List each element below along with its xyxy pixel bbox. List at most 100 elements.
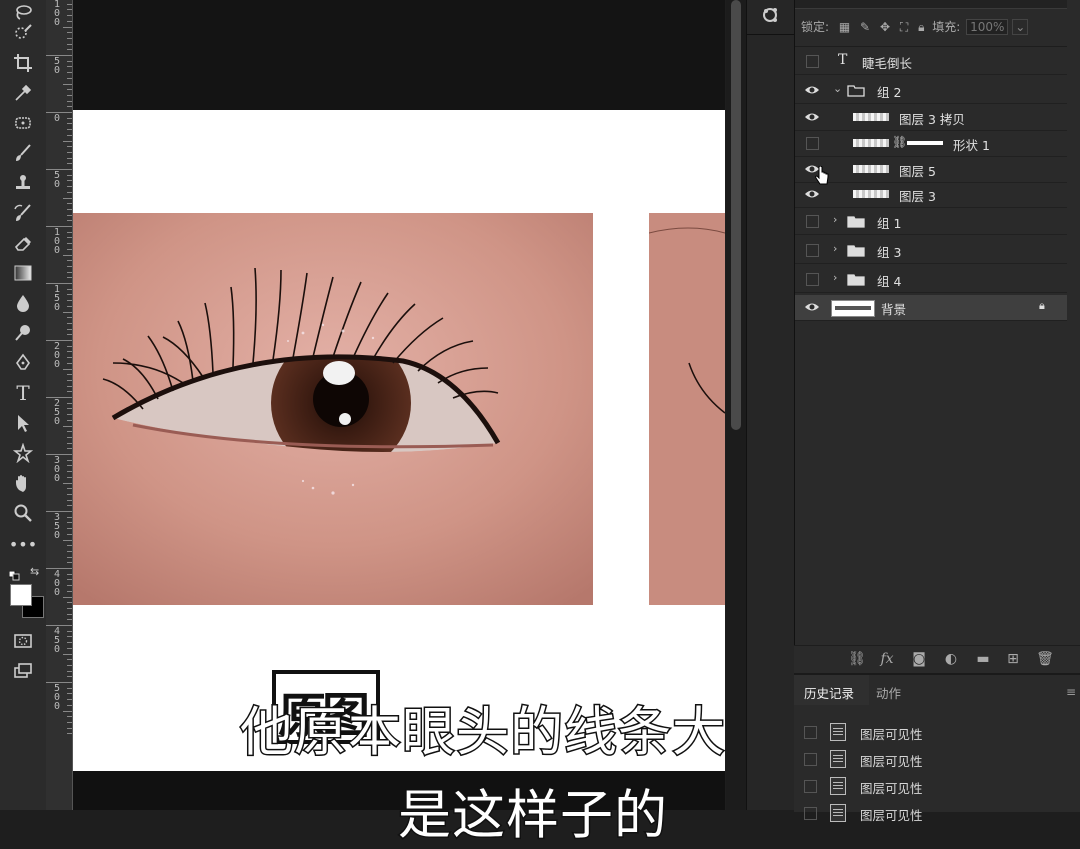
pen-tool-icon[interactable] <box>8 350 38 376</box>
subtitle-line-1: 他原本眼头的线条大概 <box>239 701 781 765</box>
history-checkbox[interactable] <box>804 726 817 739</box>
layer-row[interactable]: › 组 3 <box>795 238 1067 263</box>
healing-brush-tool-icon[interactable] <box>8 110 38 136</box>
history-checkbox[interactable] <box>804 807 817 820</box>
lock-transparent-icon[interactable]: ▦ <box>839 20 850 34</box>
history-item-label: 图层可见性 <box>860 808 923 823</box>
quick-mask-icon[interactable] <box>8 628 38 654</box>
ruler-label: 1 0 0 <box>53 0 61 28</box>
ruler-tick <box>46 283 72 284</box>
visibility-toggle[interactable] <box>806 137 819 150</box>
link-layers-icon[interactable]: ⛓︎ <box>848 651 866 669</box>
add-mask-icon[interactable]: ◙ <box>910 651 928 669</box>
layer-row[interactable]: T 睫毛倒长 <box>795 49 1067 74</box>
eye-visibility-icon[interactable] <box>804 110 820 124</box>
screen-mode-icon[interactable] <box>8 658 38 684</box>
layer-separator <box>795 74 1067 75</box>
history-checkbox[interactable] <box>804 753 817 766</box>
tab-actions[interactable]: 动作 <box>876 683 901 702</box>
chain-link-icon[interactable]: ⛓︎ <box>892 135 907 149</box>
history-checkbox[interactable] <box>804 780 817 793</box>
crop-tool-icon[interactable] <box>8 50 38 76</box>
gradient-tool-icon[interactable] <box>8 260 38 286</box>
clone-stamp-tool-icon[interactable] <box>8 170 38 196</box>
ruler-tick <box>67 459 72 461</box>
layer-row[interactable]: › 组 1 <box>795 209 1067 234</box>
fill-dropdown-icon[interactable]: ⌄ <box>1012 19 1029 35</box>
path-selection-tool-icon[interactable] <box>8 410 38 436</box>
chevron-right-icon[interactable]: › <box>833 242 837 255</box>
visibility-toggle[interactable] <box>806 55 819 68</box>
layer-row[interactable]: ⌄ 组 2 <box>795 78 1067 103</box>
ruler-tick <box>67 203 72 205</box>
zoom-tool-icon[interactable] <box>8 500 38 526</box>
hand-tool-icon[interactable] <box>8 470 38 496</box>
layer-row[interactable]: 图层 3 <box>795 182 1067 207</box>
layer-row[interactable]: 图层 5 <box>795 157 1067 182</box>
eye-visibility-icon[interactable] <box>804 83 820 97</box>
ruler-tick <box>67 476 72 478</box>
history-item[interactable]: 图层可见性 <box>794 773 1066 799</box>
lock-artboard-icon[interactable]: ⛶ <box>900 20 908 34</box>
brush-tool-icon[interactable] <box>8 140 38 166</box>
eye-visibility-icon[interactable] <box>804 187 820 201</box>
folder-icon <box>847 85 865 97</box>
visibility-toggle[interactable] <box>806 215 819 228</box>
ruler-tick <box>67 414 72 416</box>
chevron-right-icon[interactable]: › <box>833 271 837 284</box>
dodge-tool-icon[interactable] <box>8 320 38 346</box>
custom-shape-tool-icon[interactable] <box>8 440 38 466</box>
eraser-tool-icon[interactable] <box>8 230 38 256</box>
layer-row[interactable]: › 组 4 <box>795 267 1067 292</box>
ruler-tick <box>67 100 72 102</box>
layer-style-fx-icon[interactable]: fx <box>878 651 896 669</box>
ruler-tick <box>67 704 72 706</box>
new-group-icon[interactable]: ▬ <box>974 651 992 669</box>
type-tool-icon[interactable]: T <box>8 380 38 406</box>
swap-colors-icon[interactable]: ⇆ <box>30 565 42 578</box>
lock-position-icon[interactable]: ✥ <box>880 20 890 34</box>
lock-image-icon[interactable]: ✎ <box>860 20 870 34</box>
canvas-area[interactable]: 原图 <box>73 0 725 810</box>
layer-row[interactable]: 🔒︎ 背景 <box>795 295 1067 320</box>
ruler-tick <box>67 374 72 376</box>
fill-input[interactable]: 100% <box>966 19 1009 35</box>
ruler-tick <box>67 146 72 148</box>
history-item[interactable]: 图层可见性 <box>794 746 1066 772</box>
layer-row[interactable]: 图层 3 拷贝 <box>795 105 1067 130</box>
eyedropper-tool-icon[interactable] <box>8 80 38 106</box>
layer-row[interactable]: ⛓︎ 形状 1 <box>795 131 1067 156</box>
history-item[interactable]: 图层可见性 <box>794 800 1066 826</box>
blur-tool-icon[interactable] <box>8 290 38 316</box>
ruler-tick <box>67 77 72 79</box>
ruler-tick <box>67 659 72 661</box>
ruler-tick <box>67 334 72 336</box>
history-menu-icon[interactable]: ≡ <box>1066 685 1076 699</box>
eye-visibility-icon[interactable] <box>804 300 820 314</box>
quick-selection-tool-icon[interactable] <box>8 20 38 46</box>
canvas-scrollbar-thumb[interactable] <box>731 0 741 430</box>
more-tools-icon[interactable]: ••• <box>8 532 38 558</box>
layer-separator <box>795 234 1067 235</box>
properties-panel-icon[interactable] <box>757 2 783 28</box>
tab-history[interactable]: 历史记录 <box>804 683 854 702</box>
ruler-tick <box>46 226 72 227</box>
panel-dock <box>746 0 795 810</box>
default-colors-icon[interactable] <box>8 566 21 581</box>
delete-layer-icon[interactable]: 🗑︎ <box>1036 651 1054 669</box>
ruler-tick <box>67 9 72 11</box>
chevron-down-icon[interactable]: ⌄ <box>833 82 842 95</box>
visibility-toggle[interactable] <box>806 244 819 257</box>
fill-label: 填充: <box>932 20 961 34</box>
visibility-toggle[interactable] <box>806 273 819 286</box>
new-layer-icon[interactable]: ⊞ <box>1004 651 1022 669</box>
chevron-right-icon[interactable]: › <box>833 213 837 226</box>
ruler-tick <box>67 493 72 495</box>
adjustment-layer-icon[interactable]: ◐ <box>942 651 960 669</box>
history-item[interactable]: 图层可见性 <box>794 719 1066 745</box>
ruler-tick <box>63 482 72 484</box>
ruler-label: 3 0 0 <box>53 455 61 484</box>
history-brush-tool-icon[interactable] <box>8 200 38 226</box>
lock-all-icon[interactable]: 🔒︎ <box>918 20 924 34</box>
foreground-color-swatch[interactable] <box>10 584 32 606</box>
